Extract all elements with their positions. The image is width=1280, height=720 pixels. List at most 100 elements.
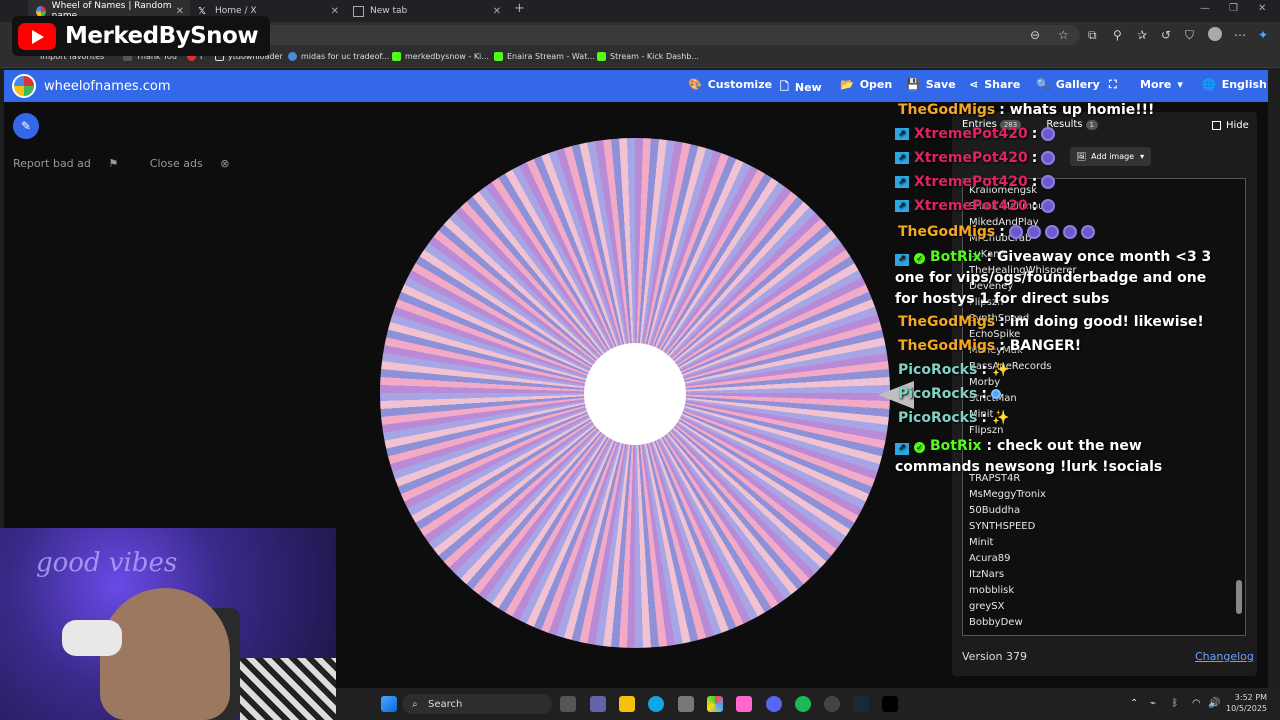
kick-badge-icon: ⇗ bbox=[895, 442, 909, 455]
address-input[interactable] bbox=[220, 25, 1080, 45]
copilot-app-icon[interactable] bbox=[707, 696, 723, 712]
window-close-icon[interactable]: ✕ bbox=[1258, 3, 1266, 14]
wifi-icon[interactable]: ◠ bbox=[1192, 698, 1201, 709]
emote-icon bbox=[1008, 225, 1023, 239]
chat-username: XtremePot420 bbox=[914, 198, 1028, 214]
wheel-hub[interactable] bbox=[584, 343, 686, 445]
taskbar-search[interactable]: ⌕ Search bbox=[402, 694, 552, 714]
new-tab-icon[interactable]: + bbox=[514, 1, 525, 16]
browser-window: Wheel of Names | Random name ✕ 𝕏 Home / … bbox=[0, 0, 1280, 720]
verified-check-icon: ✓ bbox=[914, 442, 925, 453]
tab-label: Home / X bbox=[215, 6, 257, 16]
language-button[interactable]: 🌐 English bbox=[1202, 78, 1267, 91]
tray-chevron-icon[interactable]: ⌃ bbox=[1130, 698, 1138, 709]
copilot-icon[interactable]: ✦ bbox=[1258, 28, 1268, 42]
checkbox-icon[interactable] bbox=[1212, 121, 1221, 130]
list-item: Acura89 bbox=[969, 553, 1011, 564]
new-button[interactable]: 🗋 New bbox=[780, 78, 822, 97]
nav-label: Share bbox=[984, 78, 1021, 91]
obs-icon[interactable] bbox=[824, 696, 840, 712]
fav-midas[interactable]: midas for uc tradeof... bbox=[288, 52, 389, 61]
app-icon[interactable] bbox=[736, 696, 752, 712]
save-button[interactable]: 💾 Save bbox=[906, 78, 956, 91]
chat-message: TheGodMigs: im doing good! likewise! bbox=[898, 314, 1204, 330]
close-ads-link[interactable]: Close ads ⊗ bbox=[150, 157, 244, 170]
minimize-icon[interactable]: — bbox=[1200, 3, 1210, 14]
split-screen-icon[interactable]: ⚲ bbox=[1113, 28, 1122, 42]
youtube-play-icon bbox=[18, 22, 56, 50]
chat-message: ⇗ ✓ BotRix : check out the new commands ne… bbox=[895, 436, 1215, 478]
favorite-star-icon[interactable]: ☆ bbox=[1058, 28, 1069, 42]
steam-icon[interactable] bbox=[853, 696, 869, 712]
add-image-button[interactable]: 🖼 Add image ▾ bbox=[1070, 147, 1151, 166]
nav-label: Gallery bbox=[1055, 78, 1100, 91]
customize-button[interactable]: 🎨 Customize bbox=[688, 78, 772, 91]
teams-icon[interactable] bbox=[590, 696, 606, 712]
fav-merkedbysnow[interactable]: merkedbysnow - Ki... bbox=[392, 52, 489, 61]
chat-text: : bbox=[981, 362, 987, 378]
close-icon[interactable]: ✕ bbox=[176, 6, 184, 17]
avatar[interactable] bbox=[1208, 27, 1222, 41]
windows-start-icon[interactable] bbox=[381, 696, 397, 712]
history-icon[interactable]: ↺ bbox=[1161, 28, 1171, 42]
search-icon: 🔍 bbox=[1036, 78, 1050, 91]
link-label: Close ads bbox=[149, 157, 203, 170]
shield-icon[interactable]: ⛉ bbox=[1185, 28, 1194, 43]
maximize-icon[interactable]: ❐ bbox=[1229, 3, 1238, 14]
ad-links: Report bad ad ⚑ Close ads ⊗ bbox=[13, 157, 257, 170]
flag-icon: ⚑ bbox=[108, 157, 119, 170]
discord-icon[interactable] bbox=[766, 696, 782, 712]
streamlabs-icon[interactable] bbox=[882, 696, 898, 712]
more-button[interactable]: More ▾ bbox=[1140, 78, 1189, 91]
task-view-icon[interactable] bbox=[560, 696, 576, 712]
neon-sign: good vibes bbox=[36, 548, 178, 578]
system-clock[interactable]: 3:52 PM 10/5/2025 bbox=[1226, 692, 1267, 714]
list-item: Minit bbox=[969, 537, 994, 548]
fav-enaira[interactable]: Enaira Stream - Wat... bbox=[494, 52, 595, 61]
spotify-icon[interactable] bbox=[795, 696, 811, 712]
kick-icon bbox=[392, 52, 401, 61]
entries-scrollbar[interactable] bbox=[1236, 182, 1242, 628]
open-button[interactable]: 📂 Open bbox=[840, 78, 892, 91]
brand[interactable]: wheelofnames.com bbox=[12, 74, 171, 98]
chat-text: : bbox=[1031, 126, 1038, 142]
more-menu-icon[interactable]: ⋯ bbox=[1234, 28, 1246, 42]
chat-text: : bbox=[1031, 150, 1038, 166]
chevron-down-icon: ▾ bbox=[1140, 152, 1145, 161]
report-bad-ad-link[interactable]: Report bad ad ⚑ bbox=[13, 157, 132, 170]
edge-icon[interactable] bbox=[648, 696, 664, 712]
chevron-down-icon: ▾ bbox=[1177, 78, 1183, 91]
gallery-button[interactable]: 🔍 Gallery bbox=[1036, 78, 1100, 91]
fullscreen-button[interactable]: ⛶ bbox=[1109, 78, 1123, 92]
file-explorer-icon[interactable] bbox=[619, 696, 635, 712]
clock-date: 10/5/2025 bbox=[1226, 704, 1268, 713]
close-icon[interactable]: ✕ bbox=[493, 6, 501, 17]
fullscreen-icon: ⛶ bbox=[1109, 78, 1117, 91]
list-item: MsMeggyTronix bbox=[969, 489, 1046, 500]
reader-icon[interactable]: ⊖ bbox=[1030, 28, 1040, 42]
chat-message: ⇗ XtremePot420: bbox=[895, 198, 1056, 214]
fav-icon bbox=[288, 52, 297, 61]
hide-toggle[interactable]: Hide bbox=[1212, 120, 1249, 131]
network-icon[interactable]: ⌁ bbox=[1150, 698, 1156, 709]
emote-icon bbox=[990, 389, 1001, 399]
chat-message: PicoRocks: ✨ bbox=[898, 362, 1009, 378]
bluetooth-icon[interactable]: ᛒ bbox=[1172, 698, 1178, 709]
volume-icon[interactable]: 🔊 bbox=[1208, 698, 1220, 709]
channel-name: MerkedBySnow bbox=[65, 23, 259, 49]
edit-button[interactable]: ✎ bbox=[13, 113, 39, 139]
share-button[interactable]: ⋖ Share bbox=[969, 78, 1020, 91]
scrollbar-thumb[interactable] bbox=[1236, 580, 1242, 614]
emote-icon bbox=[1041, 175, 1056, 189]
changelog-link[interactable]: Changelog bbox=[1195, 650, 1254, 663]
store-icon[interactable] bbox=[678, 696, 694, 712]
emote-icon bbox=[1080, 225, 1095, 239]
close-icon[interactable]: ✕ bbox=[331, 6, 339, 17]
nav-label: Save bbox=[925, 78, 956, 91]
fav-kick-dashboard[interactable]: Stream - Kick Dashb... bbox=[597, 52, 699, 61]
extensions-icon[interactable]: ⧉ bbox=[1088, 28, 1097, 43]
tab-new-tab[interactable]: New tab ✕ bbox=[345, 0, 507, 22]
favorites-icon[interactable]: ✰ bbox=[1137, 28, 1147, 42]
channel-logo-overlay: MerkedBySnow bbox=[12, 16, 270, 56]
chat-username: PicoRocks bbox=[898, 386, 978, 402]
